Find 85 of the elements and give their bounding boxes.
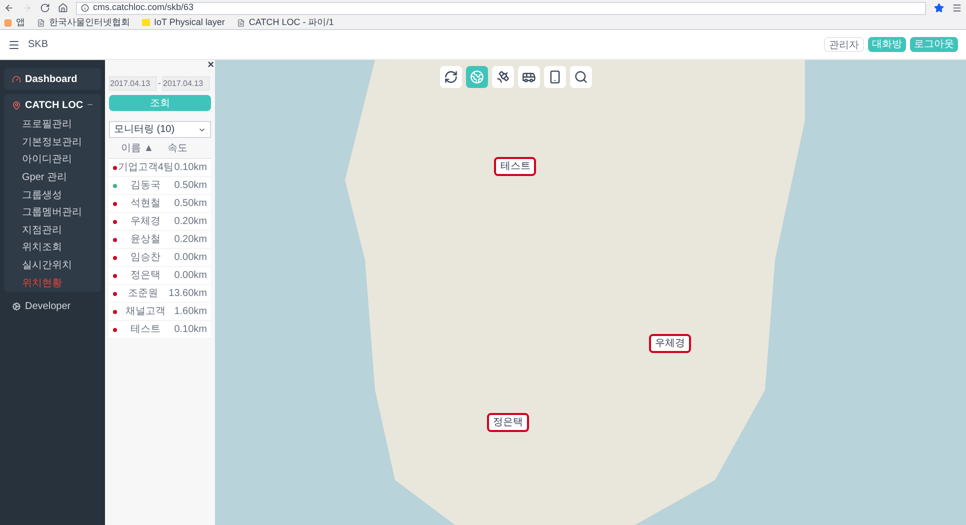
map-marker[interactable]: 정은택 — [486, 413, 529, 432]
speed-text: 0.50km — [174, 179, 207, 193]
satellite-icon — [496, 70, 510, 84]
speed-text: 0.20km — [174, 215, 207, 229]
reload-icon[interactable] — [40, 3, 50, 13]
speed-text: 0.20km — [174, 233, 207, 247]
date-from-field[interactable]: 2017.04.13 — [109, 76, 157, 91]
sidebar-subitem[interactable]: 위치조회 — [4, 239, 101, 257]
list-row[interactable]: 조준원 13.60km — [109, 285, 211, 303]
map-marker[interactable]: 테스트 — [494, 157, 536, 176]
map-marker[interactable]: 우체경 — [649, 334, 692, 353]
gauge-icon — [12, 74, 21, 84]
group-select[interactable]: 모니터링 (10) — [109, 121, 211, 138]
search-icon — [574, 70, 588, 84]
apps-icon — [4, 18, 12, 26]
list-row[interactable]: 윤상철 0.20km — [109, 231, 211, 249]
list-row[interactable]: 우체경 0.20km — [109, 213, 211, 231]
back-icon[interactable] — [4, 3, 14, 13]
header-button[interactable]: 관리자 — [824, 37, 864, 52]
bus-button[interactable] — [518, 66, 540, 88]
phone-icon — [548, 70, 562, 84]
name-text: 정은택 — [130, 269, 162, 283]
speed-text: 1.60km — [174, 305, 207, 319]
name-text: 임승찬 — [130, 251, 162, 265]
home-icon[interactable] — [58, 3, 68, 13]
bus-icon — [522, 70, 536, 84]
name-text: 우체경 — [130, 215, 162, 229]
name-text: 채널고객 — [124, 305, 167, 319]
name-text: 테스트 — [130, 323, 162, 337]
map-view[interactable]: 테스트 우체경 정은택 — [215, 60, 966, 525]
speed-text: 0.10km — [174, 323, 207, 337]
date-to-field[interactable]: 2017.04.13 — [162, 76, 210, 91]
globe-icon — [470, 70, 484, 84]
list-row[interactable]: 테스트 0.10km — [109, 321, 211, 339]
satellite-button[interactable] — [492, 66, 514, 88]
sidebar-subitem[interactable]: 프로필관리 — [4, 116, 101, 134]
name-text: 윤상철 — [130, 233, 162, 247]
speed-text: 0.00km — [174, 269, 207, 283]
refresh-icon — [444, 70, 458, 84]
bookmark-link[interactable]: IoT Physical layer — [142, 16, 225, 30]
sidebar-subitem[interactable]: 그룹멤버관리 — [4, 204, 101, 222]
sidebar-item[interactable]: Developer — [4, 296, 101, 318]
page-icon — [37, 18, 45, 26]
sidebar-subitem[interactable]: 기본정보관리 — [4, 134, 101, 152]
sidebar-item[interactable]: Dashboard — [4, 68, 101, 90]
sidebar-subitem[interactable]: 아이디관리 — [4, 151, 101, 169]
address-bar[interactable]: cms.catchloc.com/skb/63 — [76, 2, 926, 14]
bookmark-link[interactable]: 한국사물인터넷협회 — [37, 16, 130, 30]
list-row[interactable]: 김동국 0.50km — [109, 177, 211, 195]
page-icon — [236, 18, 245, 26]
list-row[interactable]: 채널고객 1.60km — [109, 303, 211, 321]
url-text: cms.catchloc.com/skb/63 — [93, 1, 194, 14]
sidebar-subitem[interactable]: Gper 관리 — [4, 168, 101, 186]
sidebar-subitem[interactable]: 실시간위치 — [4, 256, 101, 274]
sidebar-subitem[interactable]: 지점관리 — [4, 222, 101, 240]
sidebar-item[interactable]: CATCH LOC − — [4, 94, 101, 116]
bookmark-star-icon[interactable] — [934, 3, 944, 13]
menu-icon[interactable] — [8, 38, 20, 50]
date-separator: - — [158, 76, 161, 90]
info-icon — [81, 4, 89, 12]
close-button[interactable]: × — [208, 60, 214, 71]
bookmark-link[interactable]: 앱 — [4, 16, 25, 30]
speed-text: 0.10km — [174, 161, 207, 175]
speed-text: 0.00km — [174, 251, 207, 265]
name-text: 기업고객4팀 — [117, 161, 174, 175]
column-header[interactable]: 속도 — [168, 140, 188, 156]
pin-icon — [12, 100, 21, 110]
sidebar-subitem[interactable]: 그룹생성 — [4, 186, 101, 204]
list-row[interactable]: 석현철 0.50km — [109, 195, 211, 213]
name-text: 석현철 — [130, 197, 162, 211]
phone-button[interactable] — [544, 66, 566, 88]
bookmark-link[interactable]: CATCH LOC - 파이/1 — [236, 16, 334, 30]
app-title: SKB — [28, 38, 48, 52]
speed-text: 13.60km — [168, 287, 207, 301]
search-button[interactable] — [570, 66, 592, 88]
name-text: 김동국 — [130, 179, 162, 193]
list-row[interactable]: 임승찬 0.00km — [109, 249, 211, 267]
name-text: 조준원 — [126, 287, 159, 301]
list-row[interactable]: 기업고객4팀 0.10km — [109, 159, 211, 177]
list-row[interactable]: 정은택 0.00km — [109, 267, 211, 285]
browser-menu-icon[interactable] — [952, 3, 962, 13]
refresh-button[interactable] — [440, 66, 462, 88]
column-header[interactable]: 이름 ▲ — [121, 140, 154, 156]
speed-text: 0.50km — [174, 197, 207, 211]
gear-icon — [12, 302, 21, 312]
